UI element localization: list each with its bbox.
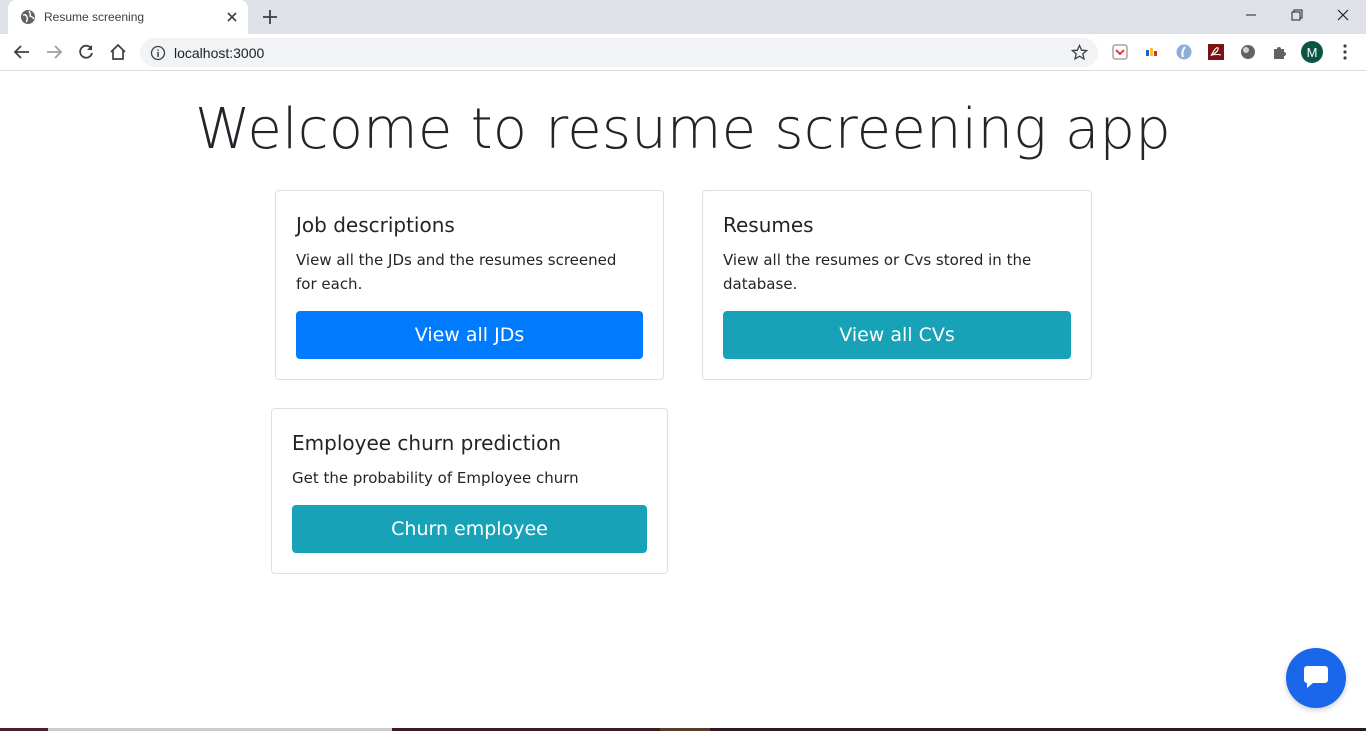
chat-button[interactable] bbox=[1286, 648, 1346, 708]
info-icon[interactable] bbox=[150, 45, 166, 61]
card-title: Job descriptions bbox=[296, 213, 455, 237]
job-descriptions-card: Job descriptions View all the JDs and th… bbox=[275, 190, 664, 380]
menu-dots-icon[interactable] bbox=[1335, 42, 1355, 62]
card-text: View all the JDs and the resumes screene… bbox=[296, 251, 617, 293]
tab-title: Resume screening bbox=[44, 10, 145, 24]
new-tab-icon[interactable] bbox=[260, 7, 280, 27]
address-bar[interactable]: localhost:3000 bbox=[140, 38, 1098, 67]
card-text: View all the resumes or Cvs stored in th… bbox=[723, 251, 1032, 293]
profile-avatar[interactable]: M bbox=[1301, 41, 1323, 63]
card-text: Get the probability of Employee churn bbox=[292, 469, 579, 487]
url-text: localhost:3000 bbox=[174, 45, 265, 61]
close-window-icon[interactable] bbox=[1320, 0, 1366, 30]
back-icon[interactable] bbox=[10, 40, 34, 64]
blue-circle-extension-icon[interactable] bbox=[1175, 43, 1193, 61]
close-tab-icon[interactable] bbox=[224, 9, 240, 25]
resumes-card: Resumes View all the resumes or Cvs stor… bbox=[702, 190, 1092, 380]
view-all-cvs-button[interactable]: View all CVs bbox=[723, 311, 1071, 359]
home-icon[interactable] bbox=[106, 40, 130, 64]
tab-strip: Resume screening bbox=[0, 0, 1366, 34]
dark-circle-extension-icon[interactable] bbox=[1239, 43, 1257, 61]
card-title: Employee churn prediction bbox=[292, 431, 562, 455]
employee-churn-card: Employee churn prediction Get the probab… bbox=[271, 408, 668, 574]
churn-employee-button[interactable]: Churn employee bbox=[292, 505, 647, 553]
restore-icon[interactable] bbox=[1274, 0, 1320, 30]
puzzle-icon[interactable] bbox=[1271, 43, 1289, 61]
pdf-extension-icon[interactable] bbox=[1207, 43, 1225, 61]
view-all-jds-button[interactable]: View all JDs bbox=[296, 311, 643, 359]
reload-icon[interactable] bbox=[74, 40, 98, 64]
chat-bubble-icon bbox=[1302, 662, 1330, 695]
colorful-extension-icon[interactable] bbox=[1143, 43, 1161, 61]
globe-icon bbox=[20, 9, 36, 25]
browser-toolbar: localhost:3000 M bbox=[0, 34, 1366, 71]
browser-tab[interactable]: Resume screening bbox=[8, 0, 248, 34]
pocket-icon[interactable] bbox=[1111, 43, 1129, 61]
page-title: Welcome to resume screening app bbox=[195, 97, 1171, 162]
bookmark-star-icon[interactable] bbox=[1070, 43, 1089, 61]
card-title: Resumes bbox=[723, 213, 814, 237]
forward-icon[interactable] bbox=[42, 40, 66, 64]
minimize-icon[interactable] bbox=[1228, 0, 1274, 30]
